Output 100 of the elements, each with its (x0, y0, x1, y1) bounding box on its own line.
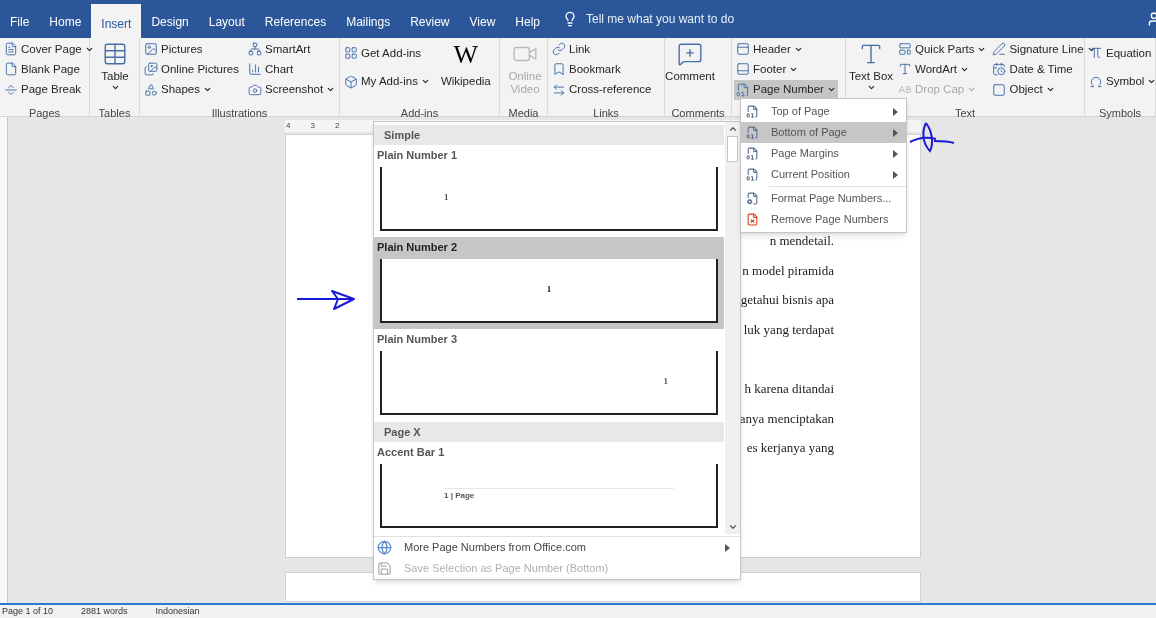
preview-number: 1 | Page (444, 490, 475, 502)
ruler-number: 4 (286, 120, 291, 132)
group-label: Pages (28, 107, 61, 119)
section-header: Page X (374, 422, 724, 442)
ribbon-button[interactable]: Pictures (142, 39, 241, 60)
menu-item[interactable]: Page Margins (741, 143, 906, 164)
pictures-icon (144, 62, 158, 77)
status-text: Indonesian (155, 607, 200, 616)
save-icon (377, 561, 392, 576)
tell-me-field[interactable]: Tell me what you want to do (562, 0, 735, 38)
ribbon-button[interactable]: Comment (667, 39, 713, 83)
gallery-item[interactable]: Plain Number 3 1 (374, 329, 724, 421)
ribbon-tab[interactable]: File (0, 0, 40, 38)
document-text: anya menciptakan (739, 410, 834, 426)
scroll-thumb[interactable] (727, 136, 738, 162)
pen-icon (992, 42, 1007, 57)
ribbon-button[interactable]: Online Pictures (142, 59, 241, 80)
gallery-item[interactable]: Plain Number 2 1 (374, 237, 724, 329)
status-text: 2881 words (81, 607, 128, 616)
header-icon (736, 42, 750, 57)
camera-icon (248, 82, 262, 97)
ribbon-button[interactable]: Text Box (848, 39, 894, 92)
letter-icon (898, 62, 912, 77)
scrollbar[interactable] (725, 122, 740, 534)
ribbon-button[interactable]: Link (550, 39, 654, 60)
status-text: Page 1 of 10 (2, 607, 54, 616)
ribbon-tab[interactable]: Home (39, 0, 92, 38)
remove-icon (746, 213, 759, 226)
ribbon-button[interactable]: Cross-reference (550, 79, 654, 100)
group-label: Symbols (1098, 107, 1142, 119)
diagram-icon (248, 42, 262, 57)
table-icon (102, 41, 128, 67)
ribbon-button[interactable]: W Wikipedia (436, 39, 495, 91)
comment-icon (677, 41, 703, 67)
ribbon-button[interactable]: Bookmark (550, 59, 654, 80)
ribbon-tab[interactable]: View (459, 0, 506, 38)
ruler-number: 2 (334, 120, 340, 132)
ribbon-tab[interactable]: Insert (91, 4, 142, 38)
globe-icon (377, 540, 392, 555)
ribbon-tab[interactable]: Review (400, 0, 460, 38)
ribbon-button[interactable]: My Add-ins (342, 67, 432, 96)
ribbon-tab[interactable]: Mailings (336, 0, 401, 38)
submenu-arrow-icon (725, 543, 730, 552)
ribbon-button[interactable]: Screenshot (246, 79, 338, 100)
group-label: Add-ins (400, 107, 439, 119)
group-label: Links (593, 107, 619, 119)
preview-number: 1 (444, 191, 449, 205)
ribbon-tab[interactable]: Layout (198, 0, 255, 38)
ribbon-button[interactable]: Footer (734, 59, 838, 80)
arrow-annotation (296, 287, 358, 313)
scroll-up-icon[interactable] (727, 124, 738, 134)
ruler-number: 3 (310, 120, 315, 132)
group-label: Tables (98, 107, 131, 119)
menu-item[interactable]: Current Position (741, 164, 906, 185)
caret-icon (959, 65, 969, 74)
document-text: h karena ditandai (744, 380, 834, 396)
gallery-item[interactable]: Accent Bar 1 1 | Page (374, 442, 724, 534)
ribbon-tab[interactable]: References (254, 0, 337, 38)
submenu-arrow-icon (893, 170, 898, 179)
document-text: n mendetail. (769, 233, 834, 248)
ribbon-tab[interactable]: Design (141, 0, 199, 38)
submenu-arrow-icon (893, 149, 898, 158)
caret-icon (866, 83, 876, 92)
scroll-down-icon[interactable] (727, 522, 738, 532)
submenu-arrow-icon (893, 107, 898, 116)
section-header: Simple (374, 125, 724, 145)
object-icon (992, 82, 1007, 97)
ribbon-button[interactable]: Header (734, 39, 838, 60)
caret-icon (789, 65, 799, 74)
ribbon-button[interactable]: Shapes (142, 79, 241, 100)
ribbon-button[interactable]: Signature Line (990, 39, 1098, 60)
ribbon-button[interactable]: SmartArt (246, 39, 338, 60)
omega-icon (1089, 74, 1103, 89)
document-text: n model piramida (742, 262, 834, 278)
menu-item[interactable]: Remove Page Numbers (741, 209, 906, 230)
document-text: luk yang terdapat (743, 321, 834, 337)
preview-number: 1 (663, 375, 668, 389)
page-icon (746, 105, 759, 118)
ribbon-tab[interactable]: Help (505, 0, 550, 38)
ribbon-button[interactable]: Quick Parts (896, 39, 989, 60)
calendar-icon (992, 62, 1007, 77)
page-icon (746, 126, 759, 139)
menu-item[interactable]: More Page Numbers from Office.com (374, 537, 740, 558)
ribbon-button[interactable]: Get Add-ins (342, 39, 432, 68)
menu-item[interactable]: Top of Page (741, 101, 906, 122)
menu-item[interactable]: Format Page Numbers... (741, 188, 906, 209)
menu-item[interactable]: Bottom of Page (741, 122, 906, 143)
arrows-icon (552, 82, 566, 97)
page-icon (746, 147, 759, 160)
ribbon-button[interactable]: WordArt (896, 59, 989, 80)
caret-icon (110, 83, 120, 92)
document-text: getahui bisnis apa (740, 292, 834, 308)
page-number-icon (736, 82, 750, 97)
cube-icon (344, 74, 358, 89)
ribbon-button[interactable]: Chart (246, 59, 338, 80)
gallery-item[interactable]: Plain Number 1 1 (374, 145, 724, 237)
group-label: Comments (671, 107, 725, 119)
scribble-annotation (908, 121, 956, 154)
ribbon-button[interactable]: Page Number (734, 79, 838, 100)
preview-number: 1 (546, 283, 552, 297)
